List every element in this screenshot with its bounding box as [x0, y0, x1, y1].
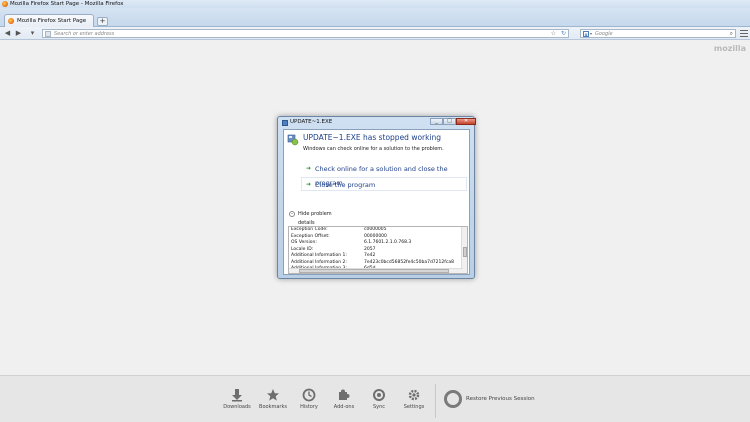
close-program-option[interactable]: ➔ Close the program	[301, 177, 467, 191]
window-minimize-button[interactable]	[700, 0, 712, 8]
back-button[interactable]: ◀	[3, 29, 12, 38]
problem-details-box[interactable]: Exception Code: c0000005 Exception Offset…	[288, 226, 468, 274]
error-dialog: UPDATE~1.EXE _ □ ✕ UPDATE~1.EXE has stop…	[277, 116, 476, 279]
dialog-app-icon	[282, 120, 288, 126]
navigation-toolbar: ◀ ▶ ▾ Search or enter address ☆ ↻ g ▾ Go…	[0, 27, 750, 40]
sync-button[interactable]: Sync	[364, 388, 394, 418]
restore-session-label: Restore Previous Session	[466, 396, 535, 402]
tab-favicon-icon	[8, 18, 14, 24]
dialog-maximize-button[interactable]: □	[443, 118, 456, 125]
check-online-option[interactable]: ➔ Check online for a solution and close …	[301, 161, 467, 187]
search-engine-icon[interactable]: g	[583, 31, 589, 37]
restore-session-button[interactable]: Restore Previous Session	[444, 390, 544, 410]
restore-session-icon	[444, 390, 462, 408]
forward-button[interactable]: ▶	[14, 29, 23, 38]
gear-icon	[408, 389, 420, 401]
url-placeholder: Search or enter address	[54, 31, 115, 37]
tab-start-page[interactable]: Mozilla Firefox Start Page	[4, 14, 94, 27]
page-icon	[45, 31, 51, 37]
menu-icon[interactable]	[740, 30, 748, 37]
green-arrow-icon: ➔	[306, 165, 312, 172]
green-arrow-icon: ➔	[306, 181, 312, 188]
launcher-divider	[435, 384, 436, 418]
addons-button[interactable]: Add-ons	[329, 388, 359, 418]
forward-arrow-icon: ▶	[15, 29, 22, 37]
launcher-label: Bookmarks	[259, 404, 287, 410]
url-bar[interactable]: Search or enter address ☆ ↻	[42, 29, 569, 38]
start-page-launcher: Downloads Bookmarks History Add-ons Sync…	[0, 375, 750, 422]
download-icon	[232, 389, 242, 402]
details-vertical-scrollbar[interactable]	[461, 227, 467, 273]
scrollbar-thumb[interactable]	[299, 269, 449, 273]
new-tab-button[interactable]: +	[97, 17, 108, 26]
sync-icon	[373, 389, 385, 401]
launcher-label: Downloads	[223, 404, 251, 410]
identity-button[interactable]: ▾	[28, 29, 37, 38]
launcher-label: Sync	[372, 404, 386, 410]
launcher-label: History	[300, 404, 318, 410]
dialog-heading: UPDATE~1.EXE has stopped working	[303, 133, 442, 142]
window-controls	[700, 0, 736, 8]
hide-details-toggle[interactable]: ⌃ Hide problem details	[289, 210, 349, 226]
launcher-label: Settings	[403, 404, 425, 410]
details-list: Exception Code: c0000005 Exception Offset…	[291, 227, 461, 273]
tab-strip: Mozilla Firefox Start Page +	[0, 8, 750, 27]
mozilla-logo: mozilla	[713, 44, 746, 53]
program-error-icon	[287, 134, 299, 146]
option-label: Close the program	[315, 181, 376, 189]
scrollbar-thumb[interactable]	[463, 247, 467, 257]
bookmark-star-icon[interactable]: ☆	[551, 30, 556, 38]
dialog-body: UPDATE~1.EXE has stopped working Windows…	[283, 129, 470, 275]
downloads-button[interactable]: Downloads	[222, 388, 252, 418]
settings-button[interactable]: Settings	[399, 388, 429, 418]
dialog-close-button[interactable]: ✕	[456, 118, 476, 125]
firefox-logo-icon	[2, 1, 8, 7]
clock-icon	[302, 388, 316, 402]
search-bar[interactable]: g ▾ Google ⌕	[580, 29, 736, 38]
window-close-button[interactable]	[724, 0, 736, 8]
back-arrow-icon: ◀	[4, 29, 11, 37]
search-icon[interactable]: ⌕	[730, 30, 733, 38]
tab-label: Mozilla Firefox Start Page	[17, 18, 87, 24]
engine-dropdown-icon[interactable]: ▾	[590, 30, 592, 38]
chevron-up-icon: ⌃	[289, 211, 295, 217]
puzzle-icon	[339, 389, 350, 400]
dialog-minimize-button[interactable]: _	[430, 118, 443, 125]
search-placeholder: Google	[595, 31, 613, 37]
dialog-subtext: Windows can check online for a solution …	[303, 146, 444, 152]
dialog-controls: _ □ ✕	[430, 118, 476, 126]
history-button[interactable]: History	[294, 388, 324, 418]
details-horizontal-scrollbar[interactable]	[289, 268, 463, 273]
bookmarks-button[interactable]: Bookmarks	[258, 388, 288, 418]
window-titlebar: Mozilla Firefox Start Page - Mozilla Fir…	[0, 0, 750, 8]
reload-icon[interactable]: ↻	[561, 30, 566, 38]
window-maximize-button[interactable]	[712, 0, 724, 8]
star-icon	[267, 389, 279, 401]
dialog-title: UPDATE~1.EXE	[290, 119, 333, 125]
window-title: Mozilla Firefox Start Page - Mozilla Fir…	[10, 1, 124, 7]
page-info-icon: ▾	[30, 29, 35, 37]
launcher-label: Add-ons	[333, 404, 355, 410]
